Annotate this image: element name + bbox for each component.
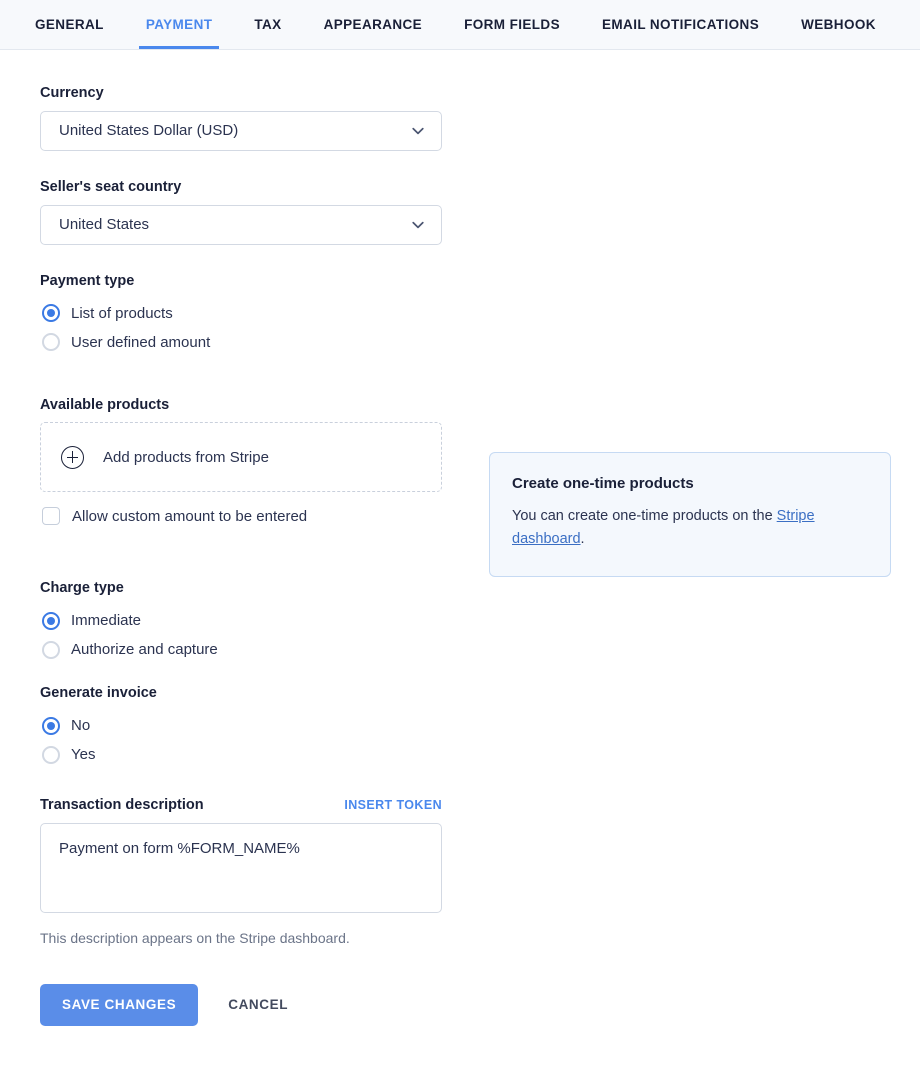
tab-email-notifications[interactable]: EMAIL NOTIFICATIONS bbox=[581, 0, 780, 49]
allow-custom-amount-label: Allow custom amount to be entered bbox=[72, 508, 307, 525]
radio-label: Immediate bbox=[71, 612, 141, 629]
transaction-description-group: Transaction description INSERT TOKEN Thi… bbox=[40, 796, 442, 946]
currency-select[interactable]: United States Dollar (USD) bbox=[40, 111, 442, 151]
radio-indicator bbox=[42, 717, 60, 735]
radio-label: Yes bbox=[71, 746, 95, 763]
radio-indicator bbox=[42, 333, 60, 351]
transaction-description-label-row: Transaction description INSERT TOKEN bbox=[40, 796, 442, 815]
available-products-label: Available products bbox=[40, 396, 442, 415]
currency-label: Currency bbox=[40, 84, 442, 103]
tab-appearance[interactable]: APPEARANCE bbox=[303, 0, 444, 49]
checkbox-indicator bbox=[42, 507, 60, 525]
currency-value: United States Dollar (USD) bbox=[59, 122, 238, 139]
payment-type-group: Payment type List of products User defin… bbox=[40, 272, 442, 357]
plus-circle-icon bbox=[61, 446, 84, 469]
tab-label: FORM FIELDS bbox=[464, 17, 560, 32]
tab-webhook[interactable]: WEBHOOK bbox=[780, 0, 897, 49]
generate-invoice-label: Generate invoice bbox=[40, 684, 442, 703]
save-changes-button[interactable]: SAVE CHANGES bbox=[40, 984, 198, 1026]
radio-indicator bbox=[42, 612, 60, 630]
radio-indicator bbox=[42, 304, 60, 322]
transaction-description-label: Transaction description bbox=[40, 796, 204, 815]
radio-charge-type-authorize-and-capture[interactable]: Authorize and capture bbox=[40, 635, 442, 664]
insert-token-button[interactable]: INSERT TOKEN bbox=[344, 798, 442, 812]
charge-type-group: Charge type Immediate Authorize and capt… bbox=[40, 579, 442, 664]
radio-indicator bbox=[42, 641, 60, 659]
allow-custom-amount-checkbox-row[interactable]: Allow custom amount to be entered bbox=[40, 507, 442, 525]
info-panel-title: Create one-time products bbox=[512, 475, 866, 492]
radio-charge-type-immediate[interactable]: Immediate bbox=[40, 606, 442, 635]
form-actions: SAVE CHANGES CANCEL bbox=[40, 984, 442, 1026]
radio-payment-type-user-defined-amount[interactable]: User defined amount bbox=[40, 328, 442, 357]
generate-invoice-group: Generate invoice No Yes bbox=[40, 684, 442, 769]
payment-type-label: Payment type bbox=[40, 272, 442, 291]
tab-label: EMAIL NOTIFICATIONS bbox=[602, 17, 759, 32]
tab-label: TAX bbox=[254, 17, 281, 32]
radio-generate-invoice-yes[interactable]: Yes bbox=[40, 740, 442, 769]
settings-form-column: Currency United States Dollar (USD) Sell… bbox=[40, 84, 442, 1026]
tab-label: GENERAL bbox=[35, 17, 104, 32]
radio-payment-type-list-of-products[interactable]: List of products bbox=[40, 299, 442, 328]
tab-payment[interactable]: PAYMENT bbox=[125, 0, 234, 49]
add-products-from-stripe-button[interactable]: Add products from Stripe bbox=[40, 422, 442, 492]
tab-form-fields[interactable]: FORM FIELDS bbox=[443, 0, 581, 49]
seller-country-value: United States bbox=[59, 216, 149, 233]
available-products-group: Available products Add products from Str… bbox=[40, 396, 442, 526]
seller-country-select[interactable]: United States bbox=[40, 205, 442, 245]
currency-field-group: Currency United States Dollar (USD) bbox=[40, 84, 442, 151]
radio-indicator bbox=[42, 746, 60, 764]
tab-label: APPEARANCE bbox=[324, 17, 423, 32]
radio-label: User defined amount bbox=[71, 334, 210, 351]
transaction-description-helper-text: This description appears on the Stripe d… bbox=[40, 930, 442, 946]
charge-type-label: Charge type bbox=[40, 579, 442, 598]
tab-label: WEBHOOK bbox=[801, 17, 876, 32]
chevron-down-icon bbox=[409, 122, 427, 140]
info-panel-text-before: You can create one-time products on the bbox=[512, 508, 777, 524]
tab-general[interactable]: GENERAL bbox=[14, 0, 125, 49]
settings-tab-bar: GENERAL PAYMENT TAX APPEARANCE FORM FIEL… bbox=[0, 0, 920, 50]
info-panel-text: You can create one-time products on the … bbox=[512, 505, 866, 552]
radio-label: Authorize and capture bbox=[71, 641, 218, 658]
transaction-description-textarea[interactable] bbox=[40, 823, 442, 913]
tab-label: PAYMENT bbox=[146, 17, 213, 32]
radio-label: No bbox=[71, 717, 90, 734]
cancel-button[interactable]: CANCEL bbox=[228, 997, 288, 1012]
radio-label: List of products bbox=[71, 305, 173, 322]
info-panel-text-after: . bbox=[581, 531, 585, 547]
chevron-down-icon bbox=[409, 216, 427, 234]
seller-country-label: Seller's seat country bbox=[40, 178, 442, 197]
radio-generate-invoice-no[interactable]: No bbox=[40, 711, 442, 740]
tab-tax[interactable]: TAX bbox=[233, 0, 302, 49]
create-one-time-products-info-panel: Create one-time products You can create … bbox=[489, 452, 891, 577]
seller-country-field-group: Seller's seat country United States bbox=[40, 178, 442, 245]
add-products-label: Add products from Stripe bbox=[103, 449, 269, 466]
payment-settings-panel: Currency United States Dollar (USD) Sell… bbox=[0, 50, 920, 1026]
